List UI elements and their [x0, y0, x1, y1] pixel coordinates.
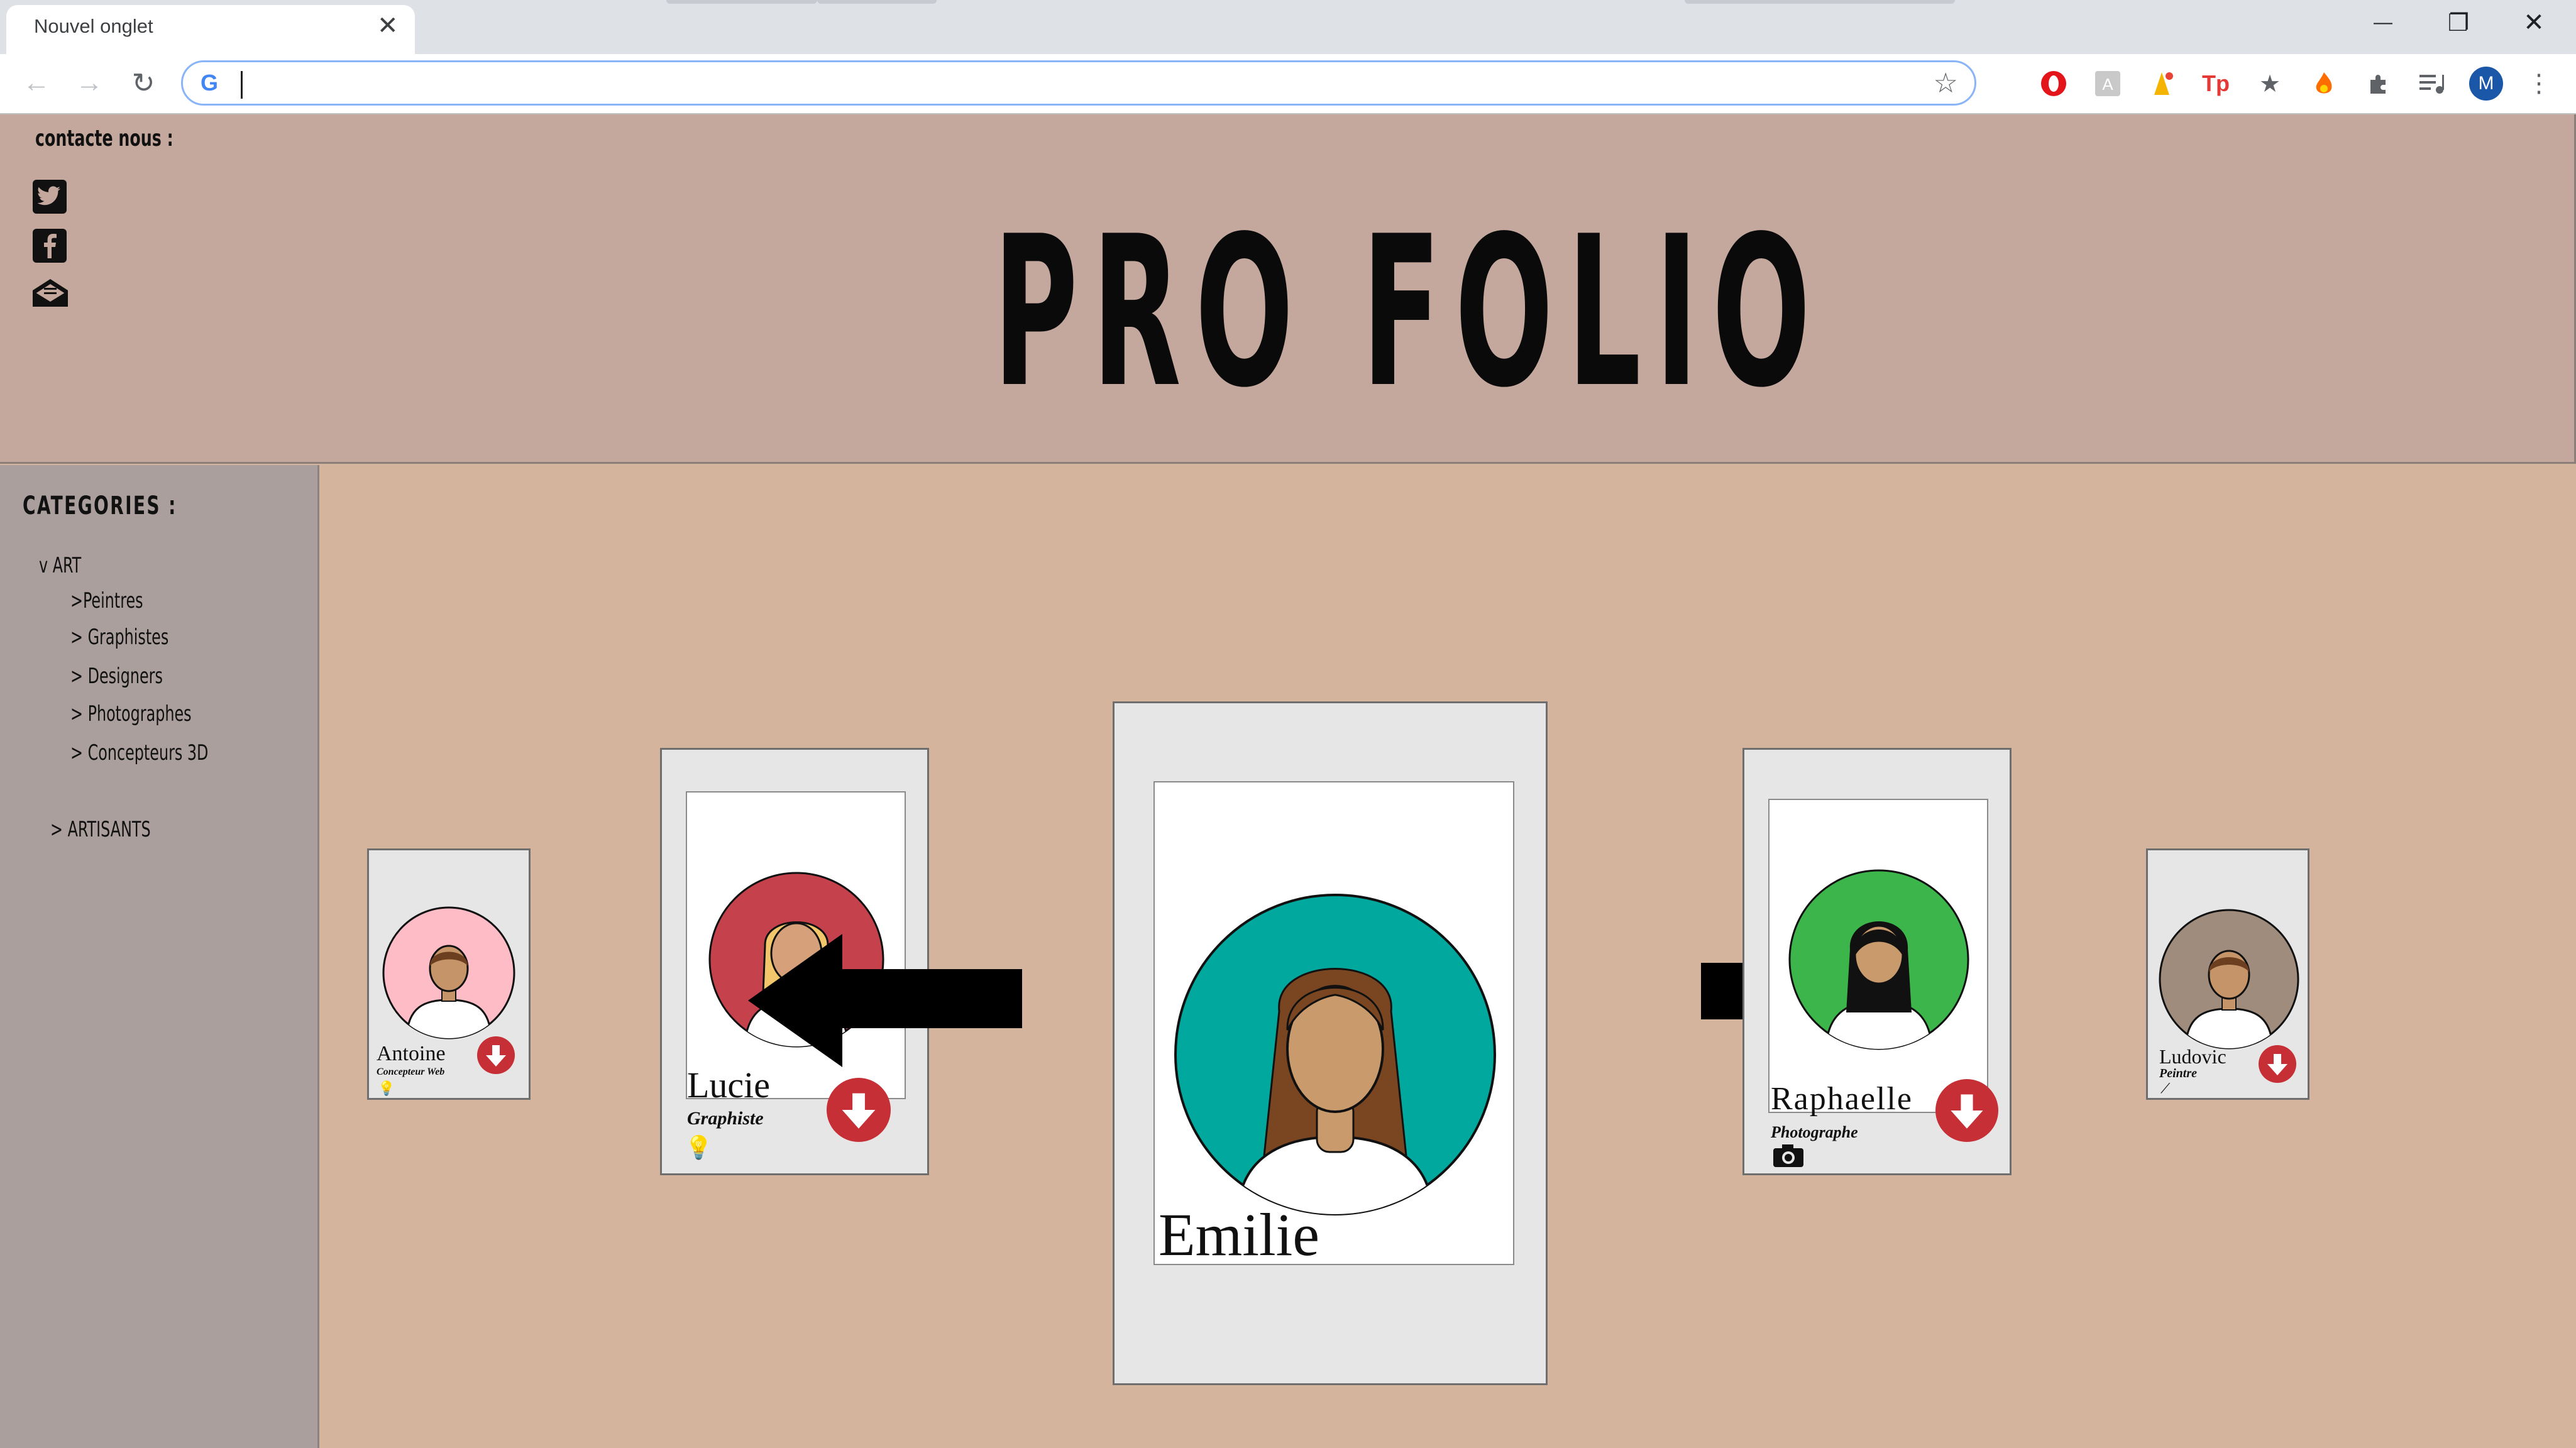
profile-avatar[interactable]: M [2469, 67, 2503, 101]
contact-label: contacte nous : [35, 126, 173, 151]
category-photographes[interactable]: > Photographes [70, 701, 192, 727]
brush-icon: ⟋ [2160, 1080, 2171, 1096]
menu-icon[interactable]: ⋮ [2522, 67, 2556, 101]
address-bar[interactable]: G ☆ [181, 60, 1976, 106]
download-icon[interactable] [1935, 1079, 1998, 1142]
profile-card-antoine[interactable]: Antoine Concepteur Web 💡 [367, 848, 531, 1100]
category-artisans[interactable]: > ARTISANTS [50, 817, 151, 842]
avatar [1174, 894, 1496, 1215]
google-icon: G [201, 70, 219, 96]
hidden-tab-indicator [817, 0, 937, 4]
avatar [2159, 909, 2299, 1050]
avatar [382, 906, 515, 1039]
previous-arrow-icon[interactable] [748, 934, 1022, 1070]
category-art[interactable]: v ART [39, 553, 81, 578]
tab-close-icon[interactable]: ✕ [377, 11, 399, 40]
lightbulb-icon: 💡 [685, 1134, 713, 1160]
lighthouse-icon[interactable] [2145, 67, 2179, 101]
bookmark-star-icon[interactable]: ☆ [1934, 67, 1958, 99]
profile-card-raphaelle[interactable]: Raphaelle Photographe [1742, 748, 2012, 1175]
mail-icon[interactable] [31, 278, 69, 311]
tp-icon[interactable]: Tp [2199, 67, 2233, 101]
star-icon[interactable]: ★ [2253, 67, 2287, 101]
download-icon[interactable] [477, 1036, 515, 1074]
opera-icon[interactable] [2037, 67, 2071, 101]
category-graphistes[interactable]: > Graphistes [70, 625, 168, 650]
categories-sidebar: CATEGORIES : v ART >Peintres > Graphiste… [0, 465, 319, 1448]
card-role: Concepteur Web [377, 1067, 445, 1077]
tab-title: Nouvel onglet [34, 15, 153, 37]
twitter-icon[interactable] [33, 180, 67, 214]
reload-icon[interactable]: ↻ [123, 63, 163, 103]
hidden-tab-indicator [666, 0, 817, 4]
avatar [1788, 869, 1969, 1050]
card-role: Peintre [2159, 1067, 2197, 1080]
download-icon[interactable] [827, 1078, 891, 1142]
restore-button[interactable]: ❐ [2418, 0, 2499, 45]
extensions-icon[interactable] [2361, 67, 2395, 101]
download-icon[interactable] [2259, 1045, 2296, 1083]
brand-title: PRO FOLIO [993, 192, 1825, 433]
card-name: Raphaelle [1771, 1081, 1913, 1117]
card-role: Photographe [1771, 1123, 1858, 1141]
category-peintres[interactable]: >Peintres [70, 588, 143, 613]
translate-icon[interactable]: A [2091, 67, 2125, 101]
site-header: contacte nous : PRO FOLIO [0, 114, 2576, 464]
browser-tab-bar: Nouvel onglet ✕ — ❐ ✕ [0, 0, 2576, 54]
media-queue-icon[interactable] [2415, 67, 2449, 101]
minimize-button[interactable]: — [2342, 0, 2424, 45]
svg-text:A: A [2102, 75, 2113, 94]
card-name: Lucie [687, 1065, 771, 1105]
categories-title: CATEGORIES : [23, 491, 177, 520]
card-role: Graphiste [687, 1108, 764, 1129]
card-name: Antoine [377, 1042, 446, 1065]
window-close-button[interactable]: ✕ [2493, 0, 2575, 45]
lightbulb-icon: 💡 [378, 1080, 395, 1096]
fire-icon[interactable] [2307, 67, 2341, 101]
profile-card-ludovic[interactable]: Ludovic Peintre ⟋ [2146, 848, 2309, 1100]
text-caret [241, 71, 243, 99]
camera-icon [1773, 1144, 1803, 1167]
profile-card-emilie[interactable]: Emilie [1113, 701, 1548, 1385]
browser-toolbar: ← → ↻ G ☆ A Tp ★ M ⋮ [0, 54, 2576, 114]
card-name: Ludovic [2159, 1045, 2226, 1068]
hidden-tab-indicator [1685, 0, 1955, 4]
facebook-icon[interactable] [33, 229, 67, 263]
category-designers[interactable]: > Designers [70, 664, 163, 689]
card-name: Emilie [1159, 1201, 1319, 1268]
browser-tab[interactable]: Nouvel onglet ✕ [6, 5, 415, 54]
back-icon[interactable]: ← [16, 63, 57, 103]
forward-icon[interactable]: → [69, 63, 109, 103]
category-concepteurs-3d[interactable]: > Concepteurs 3D [70, 740, 208, 765]
